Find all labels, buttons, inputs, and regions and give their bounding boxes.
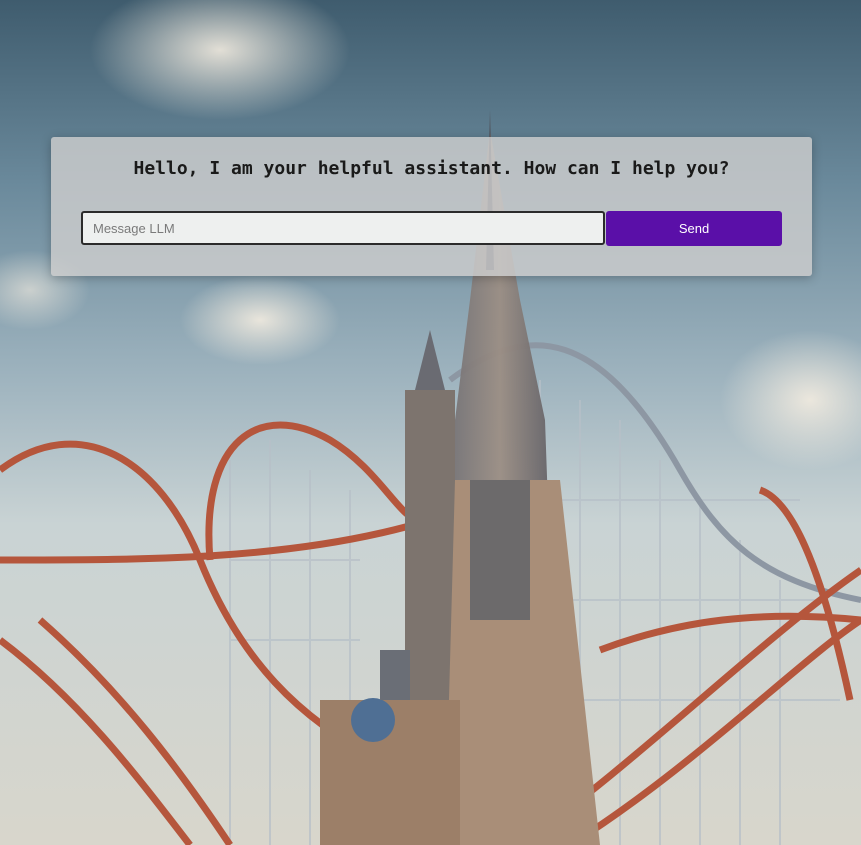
message-input[interactable] [81, 211, 605, 245]
greeting-heading: Hello, I am your helpful assistant. How … [133, 158, 730, 179]
send-button[interactable]: Send [606, 211, 782, 246]
background-image [0, 0, 861, 845]
chat-panel: Hello, I am your helpful assistant. How … [51, 137, 812, 276]
